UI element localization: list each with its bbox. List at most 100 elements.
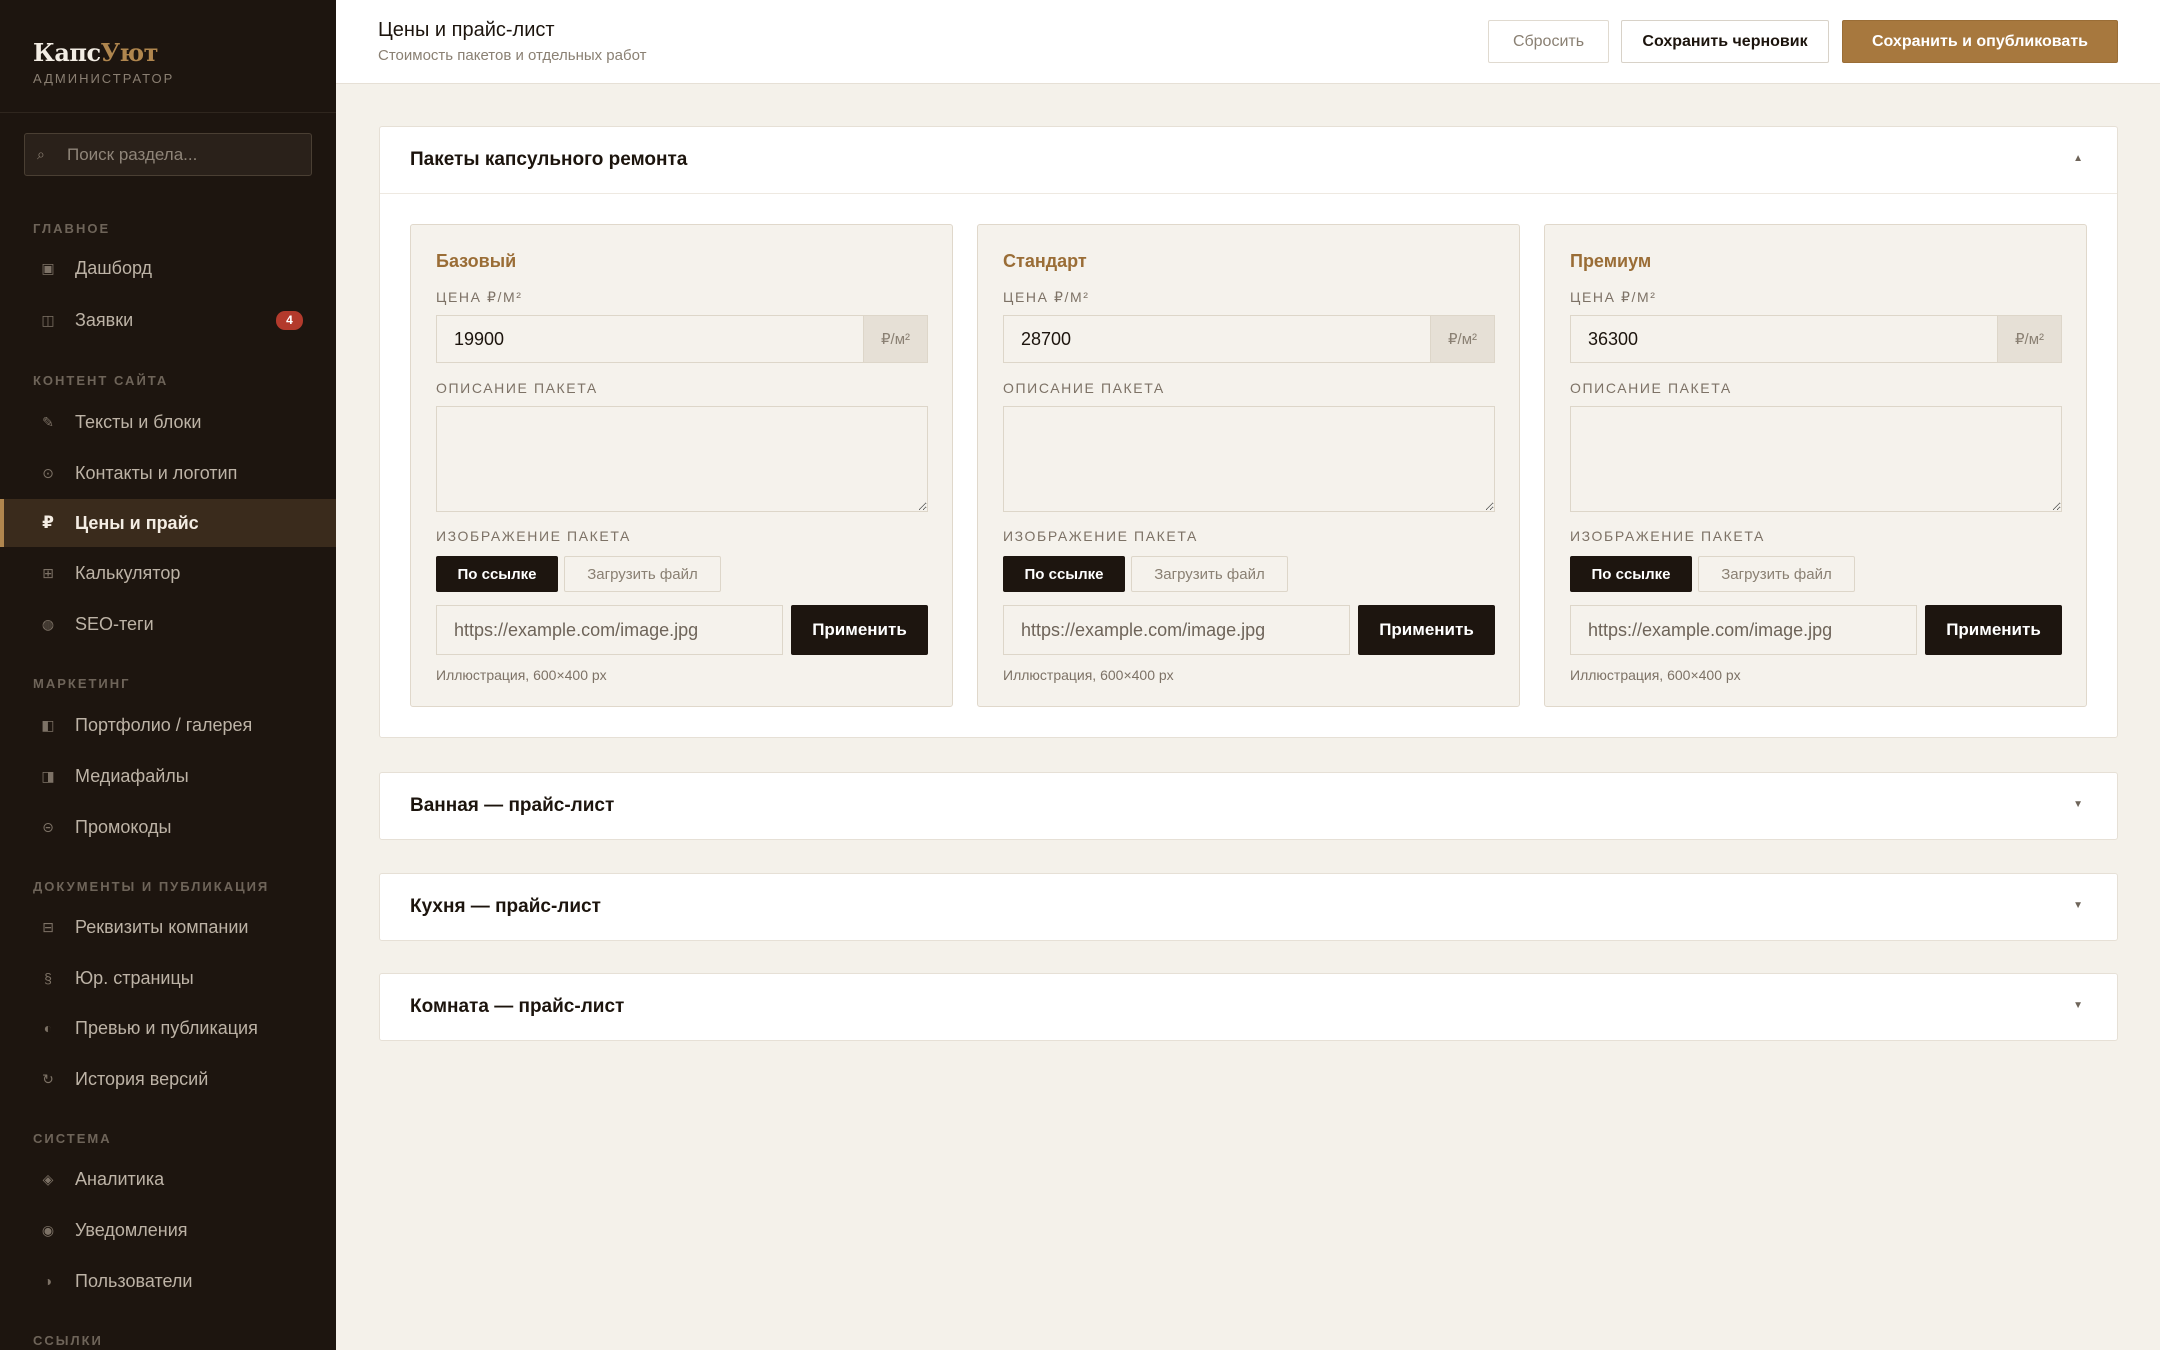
price-label: ЦЕНА ₽/М² bbox=[436, 289, 523, 305]
tab-upload-file[interactable]: Загрузить файл bbox=[1131, 556, 1288, 592]
price-input[interactable] bbox=[1570, 315, 1998, 363]
apply-button[interactable]: Применить bbox=[1925, 605, 2062, 655]
sidebar-item-label: Цены и прайс bbox=[75, 512, 199, 533]
price-field: ₽/м² bbox=[436, 315, 928, 363]
sidebar-item-label: Реквизиты компании bbox=[75, 916, 249, 937]
sidebar-item-analytics[interactable]: ◈ Аналитика bbox=[0, 1155, 336, 1203]
package-card-standard: Стандарт ЦЕНА ₽/М² ₽/м² ОПИСАНИЕ ПАКЕТА … bbox=[977, 224, 1520, 707]
package-card-basic: Базовый ЦЕНА ₽/М² ₽/м² ОПИСАНИЕ ПАКЕТА И… bbox=[410, 224, 953, 707]
packages-panel: Пакеты капсульного ремонта ▲ Базовый ЦЕН… bbox=[379, 126, 2118, 738]
tab-by-link[interactable]: По ссылке bbox=[1570, 556, 1692, 592]
image-url-input[interactable] bbox=[1003, 605, 1350, 655]
sidebar-item-media[interactable]: ◨ Медиафайлы bbox=[0, 752, 336, 800]
calculator-icon: ⊞ bbox=[42, 564, 54, 581]
brand-name-main: Капс bbox=[33, 38, 101, 67]
image-label: ИЗОБРАЖЕНИЕ ПАКЕТА bbox=[1003, 528, 1198, 544]
dashboard-icon: ▣ bbox=[41, 259, 55, 276]
sidebar-item-history[interactable]: ↻ История версий bbox=[0, 1055, 336, 1103]
search-icon: ⌕ bbox=[37, 146, 45, 162]
package-name: Стандарт bbox=[1003, 251, 1087, 271]
description-textarea[interactable] bbox=[1570, 406, 2062, 512]
price-input[interactable] bbox=[1003, 315, 1431, 363]
nav-section-links: ССЫЛКИ bbox=[33, 1333, 103, 1348]
description-label: ОПИСАНИЕ ПАКЕТА bbox=[436, 380, 598, 396]
sidebar-item-label: Медиафайлы bbox=[75, 765, 189, 786]
room-panel-header[interactable]: Комната — прайс-лист ▼ bbox=[380, 974, 2117, 1040]
room-pricelist-panel: Комната — прайс-лист ▼ bbox=[379, 973, 2118, 1041]
media-icon: ◨ bbox=[41, 767, 55, 784]
package-name: Премиум bbox=[1570, 251, 1652, 271]
search-input[interactable] bbox=[67, 144, 307, 165]
price-field: ₽/м² bbox=[1570, 315, 2062, 363]
inbox-icon: ◫ bbox=[41, 311, 55, 328]
description-textarea[interactable] bbox=[436, 406, 928, 512]
sidebar-item-seo[interactable]: ◍ SEO-теги bbox=[0, 600, 336, 648]
sidebar-item-label: Дашборд bbox=[75, 257, 153, 278]
image-url-input[interactable] bbox=[1570, 605, 1917, 655]
sidebar-item-label: Контакты и логотип bbox=[75, 462, 238, 483]
tab-by-link[interactable]: По ссылке bbox=[436, 556, 558, 592]
save-draft-button[interactable]: Сохранить черновик bbox=[1621, 20, 1829, 63]
apply-button[interactable]: Применить bbox=[791, 605, 928, 655]
sidebar-item-contacts[interactable]: ⊙ Контакты и логотип bbox=[0, 449, 336, 497]
sidebar-item-label: Юр. страницы bbox=[75, 967, 194, 988]
sidebar-item-label: Тексты и блоки bbox=[75, 411, 202, 432]
preview-icon: ◐ bbox=[43, 1020, 53, 1036]
sidebar-item-requests[interactable]: ◫ Заявки 4 bbox=[0, 296, 336, 344]
history-icon: ↻ bbox=[42, 1070, 54, 1087]
requisites-icon: ⊟ bbox=[42, 918, 54, 935]
nav-section-documents: ДОКУМЕНТЫ И ПУБЛИКАЦИЯ bbox=[33, 879, 270, 894]
nav-section-main: ГЛАВНОЕ bbox=[33, 221, 111, 236]
sidebar-item-legal[interactable]: § Юр. страницы bbox=[0, 954, 336, 1002]
package-card-premium: Премиум ЦЕНА ₽/М² ₽/м² ОПИСАНИЕ ПАКЕТА И… bbox=[1544, 224, 2087, 707]
sidebar-item-calculator[interactable]: ⊞ Калькулятор bbox=[0, 549, 336, 597]
topbar: Цены и прайс-лист Стоимость пакетов и от… bbox=[336, 0, 2160, 84]
contact-icon: ⊙ bbox=[42, 464, 54, 481]
price-input[interactable] bbox=[436, 315, 864, 363]
users-icon: ◑ bbox=[43, 1273, 53, 1289]
kitchen-panel-header[interactable]: Кухня — прайс-лист ▼ bbox=[380, 874, 2117, 940]
price-field: ₽/м² bbox=[1003, 315, 1495, 363]
packages-panel-body: Базовый ЦЕНА ₽/М² ₽/м² ОПИСАНИЕ ПАКЕТА И… bbox=[380, 193, 2117, 737]
chevron-down-icon: ▼ bbox=[2073, 799, 2083, 810]
chevron-up-icon: ▲ bbox=[2073, 153, 2083, 164]
chevron-down-icon: ▼ bbox=[2073, 900, 2083, 911]
sidebar-item-label: Уведомления bbox=[75, 1219, 188, 1240]
price-label: ЦЕНА ₽/М² bbox=[1570, 289, 1657, 305]
pencil-icon: ✎ bbox=[42, 413, 54, 430]
analytics-icon: ◈ bbox=[42, 1170, 54, 1187]
save-publish-button[interactable]: Сохранить и опубликовать bbox=[1842, 20, 2118, 63]
gallery-icon: ◧ bbox=[41, 716, 55, 733]
sidebar-item-promocodes[interactable]: ⊝ Промокоды bbox=[0, 803, 336, 851]
tab-upload-file[interactable]: Загрузить файл bbox=[564, 556, 721, 592]
description-textarea[interactable] bbox=[1003, 406, 1495, 512]
chevron-down-icon: ▼ bbox=[2073, 1000, 2083, 1011]
image-hint: Иллюстрация, 600×400 px bbox=[1003, 667, 1174, 683]
kitchen-pricelist-panel: Кухня — прайс-лист ▼ bbox=[379, 873, 2118, 941]
sidebar-item-texts[interactable]: ✎ Тексты и блоки bbox=[0, 398, 336, 446]
sidebar-search: ⌕ bbox=[24, 133, 312, 176]
image-url-input[interactable] bbox=[436, 605, 783, 655]
bathroom-pricelist-panel: Ванная — прайс-лист ▼ bbox=[379, 772, 2118, 840]
seo-icon: ◍ bbox=[41, 615, 55, 632]
bathroom-panel-header[interactable]: Ванная — прайс-лист ▼ bbox=[380, 773, 2117, 839]
reset-button[interactable]: Сбросить bbox=[1488, 20, 1609, 63]
image-label: ИЗОБРАЖЕНИЕ ПАКЕТА bbox=[436, 528, 631, 544]
sidebar-item-prices[interactable]: ₽ Цены и прайс bbox=[0, 499, 336, 547]
price-unit: ₽/м² bbox=[1431, 315, 1495, 363]
tab-by-link[interactable]: По ссылке bbox=[1003, 556, 1125, 592]
sidebar-item-dashboard[interactable]: ▣ Дашборд bbox=[0, 244, 336, 292]
sidebar-item-users[interactable]: ◑ Пользователи bbox=[0, 1257, 336, 1305]
sidebar-item-notifications[interactable]: ◉ Уведомления bbox=[0, 1206, 336, 1254]
image-hint: Иллюстрация, 600×400 px bbox=[436, 667, 607, 683]
brand-logo[interactable]: КапсУют bbox=[33, 38, 174, 67]
sidebar-item-requisites[interactable]: ⊟ Реквизиты компании bbox=[0, 903, 336, 951]
description-label: ОПИСАНИЕ ПАКЕТА bbox=[1003, 380, 1165, 396]
packages-panel-header[interactable]: Пакеты капсульного ремонта ▲ bbox=[380, 127, 2117, 193]
sidebar-item-portfolio[interactable]: ◧ Портфолио / галерея bbox=[0, 701, 336, 749]
tab-upload-file[interactable]: Загрузить файл bbox=[1698, 556, 1855, 592]
apply-button[interactable]: Применить bbox=[1358, 605, 1495, 655]
price-label: ЦЕНА ₽/М² bbox=[1003, 289, 1090, 305]
sidebar-item-preview[interactable]: ◐ Превью и публикация bbox=[0, 1004, 336, 1052]
image-label: ИЗОБРАЖЕНИЕ ПАКЕТА bbox=[1570, 528, 1765, 544]
